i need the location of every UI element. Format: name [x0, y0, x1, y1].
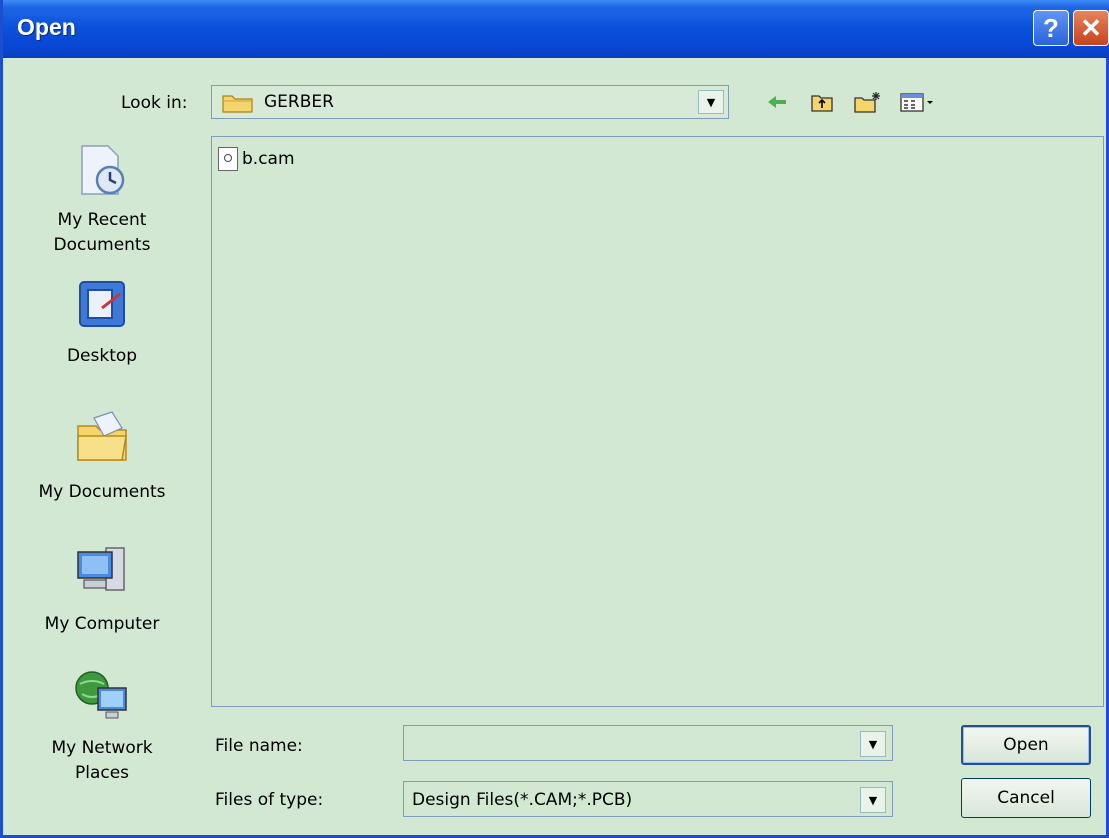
back-icon — [768, 96, 786, 108]
places-bar: My Recent Documents Desktop My Documents… — [7, 130, 197, 830]
file-name: b.cam — [242, 149, 295, 169]
filetype-dropdown-button[interactable]: ▼ — [860, 787, 886, 813]
cancel-button[interactable]: Cancel — [961, 778, 1091, 818]
up-folder-button[interactable] — [809, 88, 835, 116]
chevron-down-icon: ▼ — [868, 737, 878, 751]
place-my-documents[interactable]: My Documents — [7, 406, 197, 505]
new-folder-icon — [854, 92, 880, 113]
chevron-down-icon: ▼ — [706, 95, 716, 109]
filetype-label: Files of type: — [215, 790, 324, 810]
my-documents-icon — [72, 406, 132, 466]
open-button[interactable]: Open — [961, 725, 1091, 765]
list-item[interactable]: b.cam — [218, 147, 295, 171]
title-bar[interactable]: Open ? ✕ — [3, 0, 1109, 58]
place-desktop[interactable]: Desktop — [7, 274, 197, 369]
folder-icon — [222, 95, 253, 113]
views-menu-button[interactable] — [899, 88, 935, 116]
filename-input[interactable]: ▼ — [403, 725, 893, 761]
lookin-dropdown-button[interactable]: ▼ — [698, 90, 724, 114]
desktop-icon — [72, 274, 132, 334]
filetype-select[interactable]: Design Files(*.CAM;*.PCB) ▼ — [403, 781, 893, 817]
close-button[interactable]: ✕ — [1073, 10, 1109, 46]
back-button[interactable] — [765, 88, 789, 116]
filename-label: File name: — [215, 736, 303, 756]
open-dialog: Open ? ✕ Look in: GERBER ▼ My Recent Doc… — [0, 0, 1109, 838]
place-my-recent-documents[interactable]: My Recent Documents — [7, 140, 197, 258]
network-places-icon — [72, 666, 132, 726]
views-menu-icon — [900, 93, 933, 112]
window-title: Open — [17, 14, 76, 40]
help-button[interactable]: ? — [1033, 10, 1069, 46]
file-icon — [218, 147, 238, 171]
lookin-label: Look in: — [121, 93, 188, 113]
place-my-network-places[interactable]: My Network Places — [7, 666, 197, 786]
up-folder-icon — [811, 95, 833, 112]
new-folder-button[interactable] — [853, 88, 883, 116]
filename-dropdown-button[interactable]: ▼ — [860, 731, 886, 757]
recent-documents-icon — [72, 140, 132, 200]
file-list[interactable]: b.cam — [211, 136, 1104, 707]
filetype-value: Design Files(*.CAM;*.PCB) — [412, 790, 633, 810]
lookin-value: GERBER — [264, 92, 334, 112]
place-my-computer[interactable]: My Computer — [7, 540, 197, 637]
my-computer-icon — [72, 540, 132, 600]
lookin-combo[interactable]: GERBER ▼ — [211, 85, 729, 119]
chevron-down-icon: ▼ — [868, 793, 878, 807]
